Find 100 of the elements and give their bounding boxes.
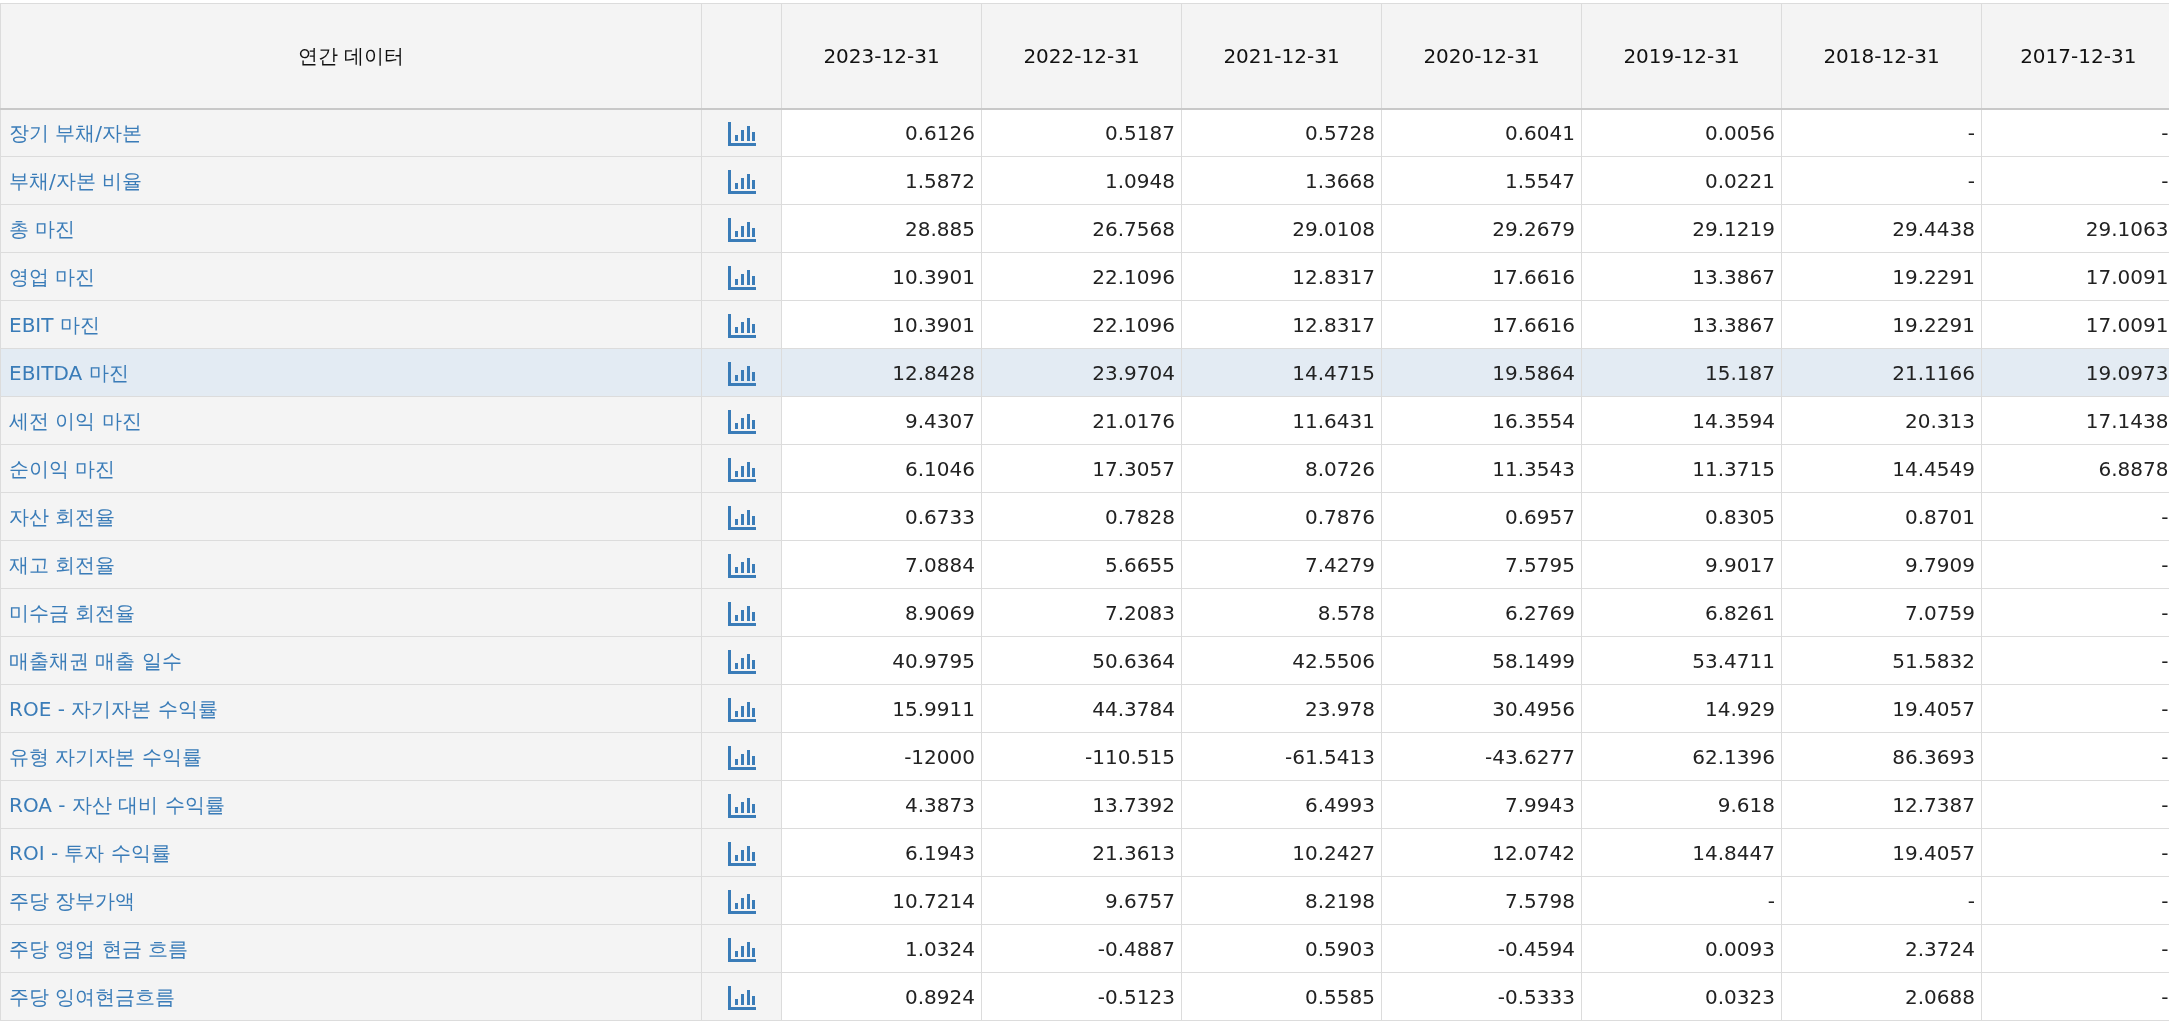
table-cell: 6.2769 bbox=[1381, 588, 1582, 637]
table-title: 연간 데이터 bbox=[0, 3, 702, 109]
table-cell: 10.3901 bbox=[781, 300, 982, 349]
table-cell: 6.4993 bbox=[1181, 780, 1382, 829]
table-cell: 11.6431 bbox=[1181, 396, 1382, 445]
table-cell: 14.8447 bbox=[1581, 828, 1782, 877]
table-cell: 0.6957 bbox=[1381, 492, 1582, 541]
table-cell: - bbox=[1981, 636, 2169, 685]
bar-chart-icon[interactable] bbox=[727, 170, 756, 194]
table-cell: 7.9943 bbox=[1381, 780, 1582, 829]
table-cell: 0.7876 bbox=[1181, 492, 1382, 541]
table-cell: 17.6616 bbox=[1381, 252, 1582, 301]
table-cell: 6.1046 bbox=[781, 444, 982, 493]
bar-chart-icon[interactable] bbox=[727, 890, 756, 914]
table-cell: 6.8878 bbox=[1981, 444, 2169, 493]
bar-chart-icon[interactable] bbox=[727, 266, 756, 290]
row-label-link[interactable]: ROI - 투자 수익률 bbox=[9, 840, 171, 865]
table-cell: - bbox=[1581, 876, 1782, 925]
bar-chart-icon[interactable] bbox=[727, 746, 756, 770]
table-cell: -0.5123 bbox=[981, 972, 1182, 1021]
table-cell: 13.7392 bbox=[981, 780, 1182, 829]
table-cell: 86.3693 bbox=[1781, 732, 1982, 781]
table-cell: 0.5903 bbox=[1181, 924, 1382, 973]
bar-chart-icon[interactable] bbox=[727, 602, 756, 626]
row-label-link[interactable]: 순이익 마진 bbox=[9, 456, 116, 481]
table-cell: 7.5795 bbox=[1381, 540, 1582, 589]
table-cell: 44.3784 bbox=[981, 684, 1182, 733]
row-label-link[interactable]: 매출채권 매출 일수 bbox=[9, 648, 182, 673]
row-label-link[interactable]: 재고 회전율 bbox=[9, 552, 116, 577]
row-label-link[interactable]: 세전 이익 마진 bbox=[9, 408, 142, 433]
bar-chart-icon[interactable] bbox=[727, 698, 756, 722]
row-label-link[interactable]: 장기 부채/자본 bbox=[9, 120, 143, 145]
table-cell: 17.0091 bbox=[1981, 300, 2169, 349]
bar-chart-icon[interactable] bbox=[727, 794, 756, 818]
table-cell: -0.5333 bbox=[1381, 972, 1582, 1021]
table-cell: 8.2198 bbox=[1181, 876, 1382, 925]
bar-chart-icon[interactable] bbox=[727, 458, 756, 482]
bar-chart-icon[interactable] bbox=[727, 362, 756, 386]
table-cell: 17.1438 bbox=[1981, 396, 2169, 445]
column-header: 2019-12-31 bbox=[1581, 3, 1782, 109]
table-cell: 26.7568 bbox=[981, 204, 1182, 253]
table-cell: 12.8317 bbox=[1181, 300, 1382, 349]
table-cell: - bbox=[1981, 108, 2169, 157]
bar-chart-icon[interactable] bbox=[727, 554, 756, 578]
row-label-link[interactable]: EBIT 마진 bbox=[9, 312, 100, 337]
row-label-link[interactable]: 유형 자기자본 수익률 bbox=[9, 744, 202, 769]
bar-chart-icon[interactable] bbox=[727, 842, 756, 866]
table-cell: 7.2083 bbox=[981, 588, 1182, 637]
bar-chart-icon[interactable] bbox=[727, 650, 756, 674]
table-cell: 9.618 bbox=[1581, 780, 1782, 829]
table-cell: 51.5832 bbox=[1781, 636, 1982, 685]
table-cell: 29.1219 bbox=[1581, 204, 1782, 253]
table-cell: 14.929 bbox=[1581, 684, 1782, 733]
row-label-link[interactable]: 주당 잉여현금흐름 bbox=[9, 984, 176, 1009]
table-cell: - bbox=[1981, 540, 2169, 589]
bar-chart-icon[interactable] bbox=[727, 122, 756, 147]
table-cell: - bbox=[1781, 108, 1982, 157]
table-cell: 13.3867 bbox=[1581, 252, 1782, 301]
table-cell: -0.4594 bbox=[1381, 924, 1582, 973]
table-cell: 12.8428 bbox=[781, 348, 982, 397]
row-label-link[interactable]: 부채/자본 비율 bbox=[9, 168, 143, 193]
table-cell: - bbox=[1981, 876, 2169, 925]
row-label-link[interactable]: 미수금 회전율 bbox=[9, 600, 136, 625]
table-cell: - bbox=[1981, 924, 2169, 973]
column-header: 2022-12-31 bbox=[981, 3, 1182, 109]
table-cell: 17.6616 bbox=[1381, 300, 1582, 349]
table-cell: - bbox=[1981, 828, 2169, 877]
table-cell: 8.0726 bbox=[1181, 444, 1382, 493]
row-label-link[interactable]: ROA - 자산 대비 수익률 bbox=[9, 792, 225, 817]
row-label-link[interactable]: EBITDA 마진 bbox=[9, 360, 129, 385]
row-label-link[interactable]: ROE - 자기자본 수익률 bbox=[9, 696, 218, 721]
table-cell: - bbox=[1981, 684, 2169, 733]
table-cell: 0.5585 bbox=[1181, 972, 1382, 1021]
row-label-link[interactable]: 총 마진 bbox=[9, 216, 76, 241]
table-cell: 23.978 bbox=[1181, 684, 1382, 733]
bar-chart-icon[interactable] bbox=[727, 314, 756, 338]
table-cell: 22.1096 bbox=[981, 300, 1182, 349]
table-cell: 19.2291 bbox=[1781, 300, 1982, 349]
table-cell: 12.8317 bbox=[1181, 252, 1382, 301]
bar-chart-icon[interactable] bbox=[727, 218, 756, 242]
table-cell: 0.8924 bbox=[781, 972, 982, 1021]
table-cell: - bbox=[1981, 780, 2169, 829]
bar-chart-icon[interactable] bbox=[727, 506, 756, 530]
row-label-link[interactable]: 주당 장부가액 bbox=[9, 888, 136, 913]
table-cell: - bbox=[1981, 588, 2169, 637]
row-label-link[interactable]: 자산 회전율 bbox=[9, 504, 116, 529]
bar-chart-icon[interactable] bbox=[727, 986, 756, 1010]
bar-chart-icon[interactable] bbox=[727, 410, 756, 434]
table-cell: 14.3594 bbox=[1581, 396, 1782, 445]
bar-chart-icon[interactable] bbox=[727, 938, 756, 962]
table-cell: 29.1063 bbox=[1981, 204, 2169, 253]
column-header: 2020-12-31 bbox=[1381, 3, 1582, 109]
table-cell: -43.6277 bbox=[1381, 732, 1582, 781]
table-cell: 1.5872 bbox=[781, 156, 982, 205]
table-cell: 14.4549 bbox=[1781, 444, 1982, 493]
table-cell: 21.0176 bbox=[981, 396, 1182, 445]
table-cell: 19.2291 bbox=[1781, 252, 1982, 301]
row-label-link[interactable]: 주당 영업 현금 흐름 bbox=[9, 936, 189, 961]
row-label-link[interactable]: 영업 마진 bbox=[9, 264, 96, 289]
selected-row-highlight[interactable]: EBITDA 마진 12.8428 23.9704 14.4715 19.5864 15.187 21.1166 19.0973 bbox=[0, 348, 2169, 397]
